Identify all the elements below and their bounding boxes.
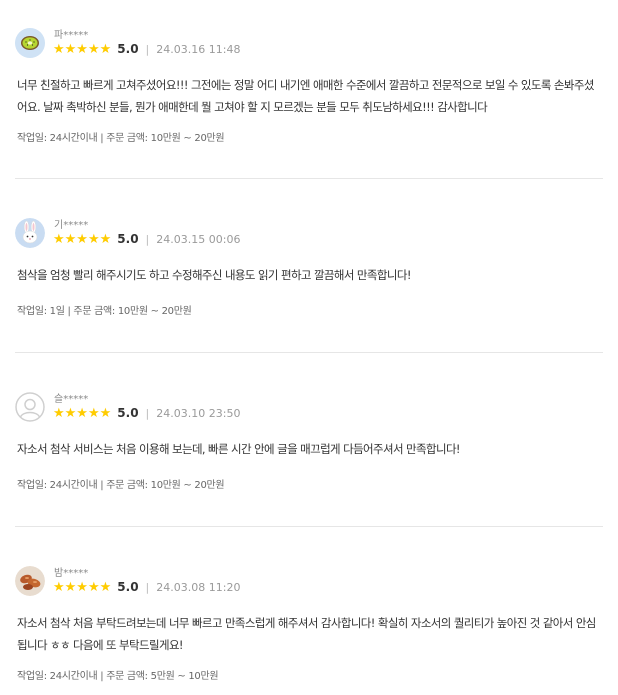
rating-score: 5.0 (117, 580, 139, 594)
divider (15, 352, 603, 353)
review-text: 자소서 첨삭 서비스는 처음 이용해 보는데, 빠른 시간 안에 글을 매끄럽게… (17, 442, 461, 456)
separator: | (145, 42, 150, 56)
kiwi-icon[interactable] (15, 28, 45, 58)
review-meta: 작업일: 24시간이내 | 주문 금액: 10만원 ~ 20만원 (17, 480, 225, 491)
rating-score: 5.0 (117, 42, 139, 56)
review-date: 24.03.16 11:48 (156, 42, 241, 56)
rating-score: 5.0 (117, 232, 139, 246)
reviewer-nickname: 슬***** (54, 394, 89, 405)
star-rating: ★★★★★ (53, 579, 112, 595)
divider (15, 178, 603, 179)
review-meta: 작업일: 24시간이내 | 주문 금액: 5만원 ~ 10만원 (17, 671, 219, 682)
review-date: 24.03.08 11:20 (156, 580, 241, 594)
review-text: 첨삭을 엄청 빨리 해주시기도 하고 수정해주신 내용도 읽기 편하고 깔끔해서… (17, 268, 411, 282)
rating-row: ★★★★★ 5.0 | 24.03.10 23:50 (53, 405, 240, 421)
reviewer-nickname: 파***** (54, 30, 89, 41)
review-meta: 작업일: 24시간이내 | 주문 금액: 10만원 ~ 20만원 (17, 133, 225, 144)
reviewer-nickname: 기***** (54, 220, 89, 231)
star-rating: ★★★★★ (53, 41, 112, 57)
divider (15, 526, 603, 527)
rating-row: ★★★★★ 5.0 | 24.03.08 11:20 (53, 579, 240, 595)
review-text: 너무 친절하고 빠르게 고쳐주셨어요!!! 그전에는 정말 어디 내기엔 애매한… (17, 78, 594, 114)
separator: | (145, 580, 150, 594)
review-date: 24.03.15 00:06 (156, 232, 241, 246)
food-photo-icon[interactable] (15, 566, 45, 596)
default-user-icon[interactable] (15, 392, 45, 422)
separator: | (145, 406, 150, 420)
review-text: 자소서 첨삭 처음 부탁드려보는데 너무 빠르고 만족스럽게 해주셔서 감사합니… (17, 616, 596, 652)
rating-row: ★★★★★ 5.0 | 24.03.16 11:48 (53, 41, 240, 57)
rating-row: ★★★★★ 5.0 | 24.03.15 00:06 (53, 231, 240, 247)
star-rating: ★★★★★ (53, 405, 112, 421)
review-date: 24.03.10 23:50 (156, 406, 241, 420)
reviewer-nickname: 밤***** (54, 568, 89, 579)
review-meta: 작업일: 1일 | 주문 금액: 10만원 ~ 20만원 (17, 306, 192, 317)
separator: | (145, 232, 150, 246)
star-rating: ★★★★★ (53, 231, 112, 247)
rating-score: 5.0 (117, 406, 139, 420)
rabbit-icon[interactable] (15, 218, 45, 248)
